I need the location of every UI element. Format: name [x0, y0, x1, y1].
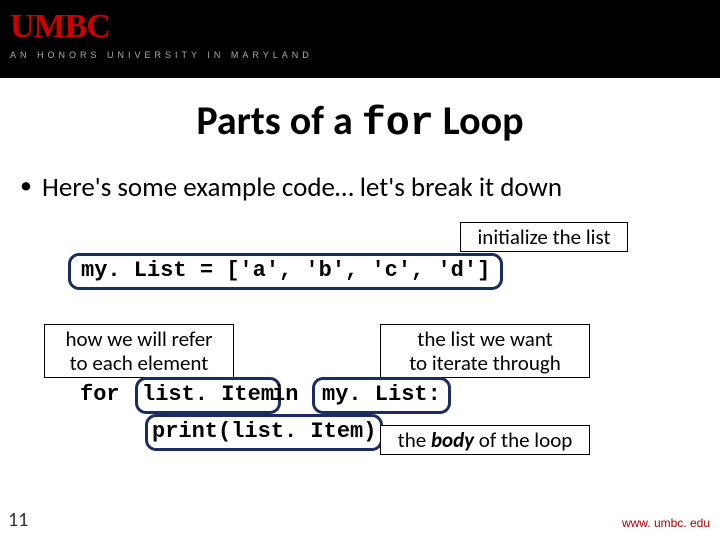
- label-initialize: initialize the list: [460, 222, 628, 252]
- code-box-loop-body: print(list. Item): [145, 414, 383, 451]
- label-element-reference: how we will refer to each element: [44, 324, 234, 378]
- title-post: Loop: [434, 96, 524, 145]
- content-area: initialize the list my. List = ['a', 'b'…: [0, 204, 720, 534]
- slide-title: Parts of a for Loop: [0, 96, 720, 147]
- label-body-bold: body: [431, 427, 474, 453]
- label-body-pre: the: [398, 427, 431, 453]
- slide-number: 11: [8, 508, 28, 532]
- label-body-post: of the loop: [474, 427, 572, 453]
- header-band: UMBC AN HONORS UNIVERSITY IN MARYLAND: [0, 0, 720, 78]
- title-pre: Parts of a: [196, 96, 361, 145]
- bullet-text: Here's some example code… let's break it…: [42, 171, 720, 204]
- code-box-loop-variable: list. Item: [135, 377, 281, 414]
- title-monospace: for: [362, 102, 434, 147]
- label-iterate-list: the list we want to iterate through: [380, 324, 590, 378]
- code-box-list-assignment: my. List = ['a', 'b', 'c', 'd']: [68, 253, 503, 290]
- university-tagline: AN HONORS UNIVERSITY IN MARYLAND: [10, 50, 313, 60]
- footer-url: www. umbc. edu: [622, 516, 710, 530]
- label-body: the body of the loop: [380, 425, 590, 455]
- university-logo: UMBC: [10, 8, 110, 46]
- code-keyword-for: for: [80, 382, 120, 407]
- code-keyword-in: in: [272, 382, 298, 407]
- code-box-iterable: my. List:: [312, 377, 451, 414]
